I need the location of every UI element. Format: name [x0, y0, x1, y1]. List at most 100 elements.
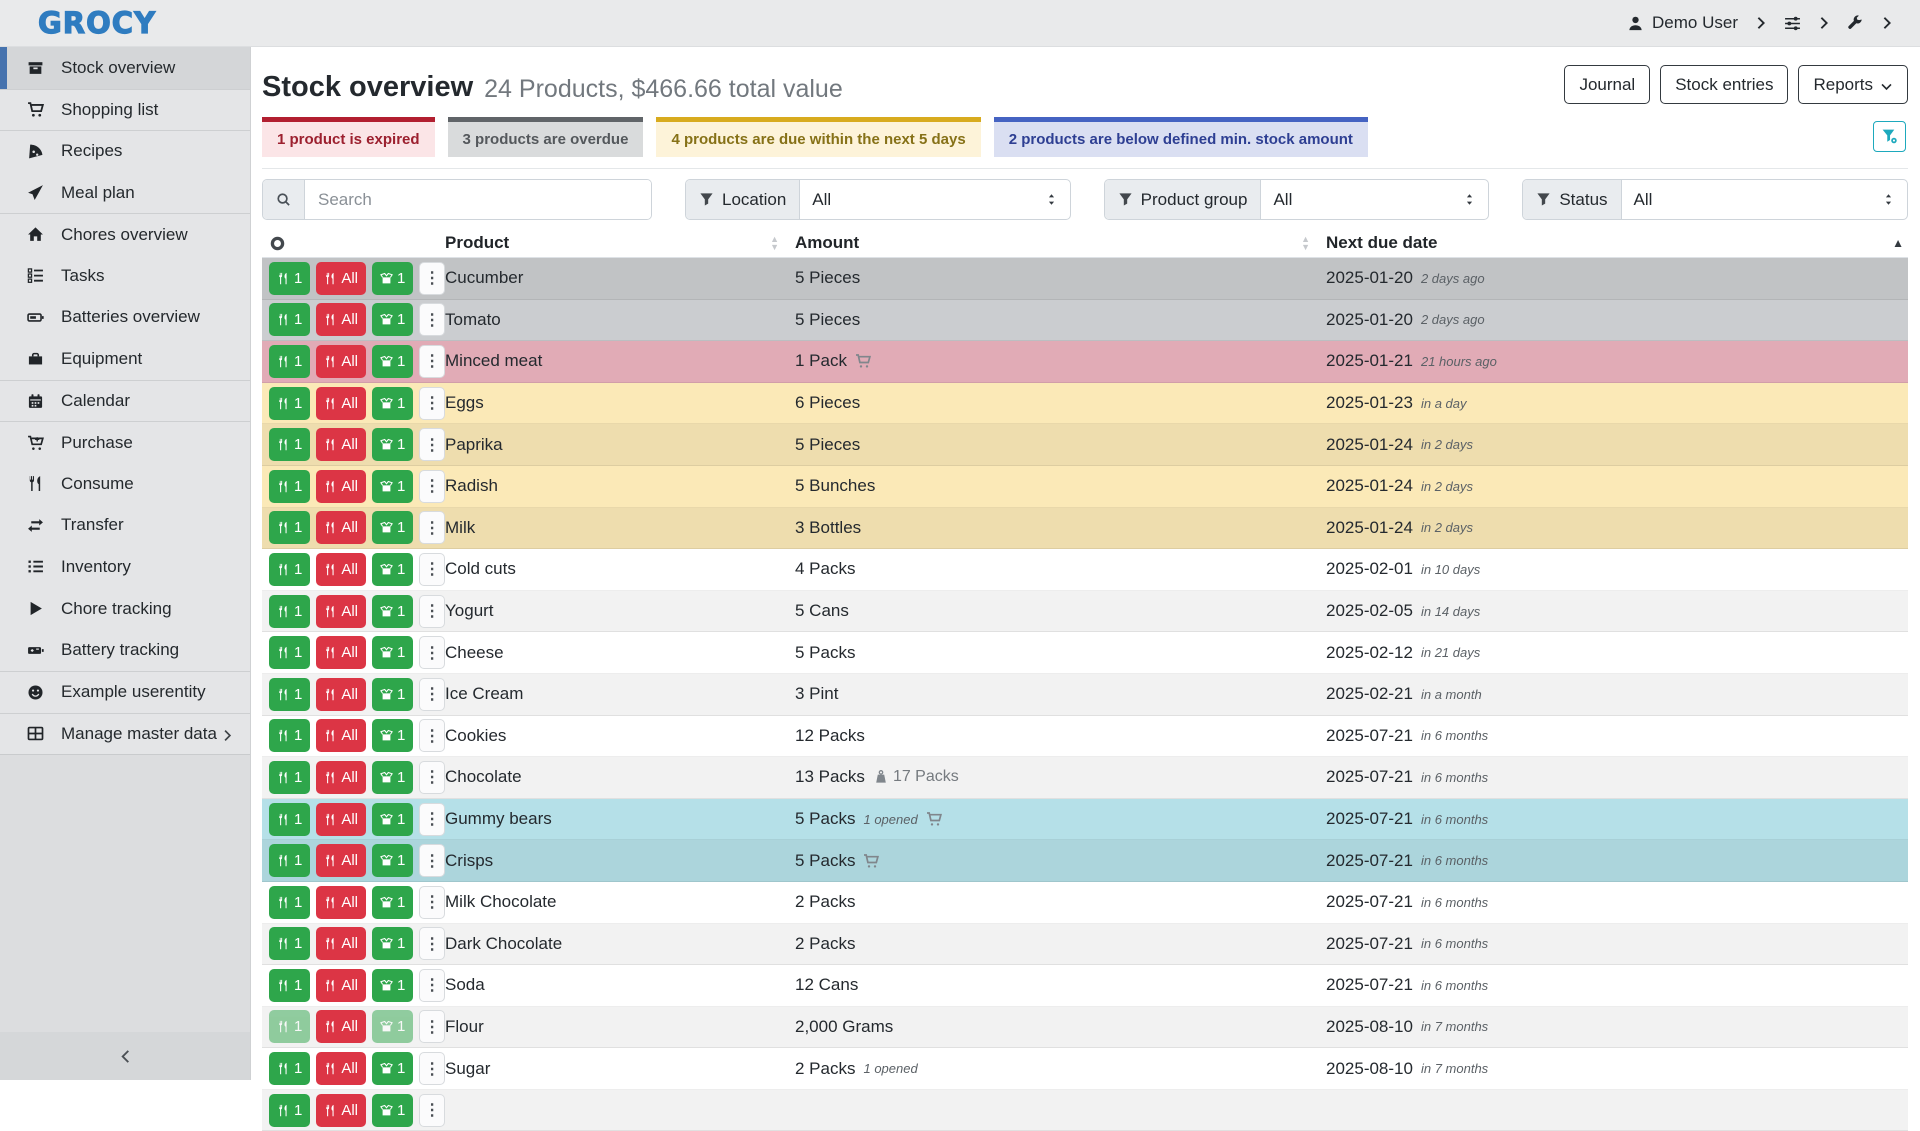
consume-all-button[interactable]: All — [316, 553, 366, 586]
status-select[interactable]: All — [1622, 180, 1907, 219]
chevron-right-icon[interactable] — [1880, 16, 1894, 30]
column-header-product[interactable]: Product▲▼ — [445, 233, 795, 253]
open-one-button[interactable]: 1 — [372, 678, 413, 711]
consume-all-button[interactable]: All — [316, 1052, 366, 1085]
location-select[interactable]: All — [800, 180, 1069, 219]
open-one-button[interactable]: 1 — [372, 803, 413, 836]
consume-one-button[interactable]: 1 — [269, 719, 310, 752]
search-input[interactable] — [305, 180, 651, 219]
consume-all-button[interactable]: All — [316, 927, 366, 960]
consume-one-button[interactable]: 1 — [269, 595, 310, 628]
consume-all-button[interactable]: All — [316, 969, 366, 1002]
product-name[interactable]: Minced meat — [445, 351, 542, 371]
grocy-logo[interactable]: GROCY — [38, 6, 156, 40]
sidebar-item-chores-overview[interactable]: Chores overview — [0, 213, 250, 255]
row-menu-button[interactable]: ⋮ — [419, 262, 445, 295]
consume-one-button[interactable]: 1 — [269, 470, 310, 503]
row-menu-button[interactable]: ⋮ — [419, 1010, 445, 1043]
sidebar-item-battery-tracking[interactable]: Battery tracking — [0, 629, 250, 671]
consume-all-button[interactable]: All — [316, 595, 366, 628]
row-menu-button[interactable]: ⋮ — [419, 636, 445, 669]
product-name[interactable]: Milk — [445, 518, 475, 538]
consume-all-button[interactable]: All — [316, 387, 366, 420]
consume-one-button[interactable]: 1 — [269, 553, 310, 586]
chevron-right-icon[interactable] — [1817, 16, 1831, 30]
open-one-button[interactable]: 1 — [372, 511, 413, 544]
journal-button[interactable]: Journal — [1564, 65, 1650, 104]
row-menu-button[interactable]: ⋮ — [419, 886, 445, 919]
row-menu-button[interactable]: ⋮ — [419, 345, 445, 378]
wrench-icon[interactable] — [1847, 15, 1864, 32]
consume-all-button[interactable]: All — [316, 345, 366, 378]
consume-one-button[interactable]: 1 — [269, 927, 310, 960]
sidebar-item-calendar[interactable]: Calendar — [0, 380, 250, 422]
sidebar-item-manage-master-data[interactable]: Manage master data — [0, 713, 250, 755]
row-menu-button[interactable]: ⋮ — [419, 511, 445, 544]
row-menu-button[interactable]: ⋮ — [419, 927, 445, 960]
row-menu-button[interactable]: ⋮ — [419, 428, 445, 461]
row-menu-button[interactable]: ⋮ — [419, 969, 445, 1002]
consume-one-button[interactable]: 1 — [269, 345, 310, 378]
consume-all-button[interactable]: All — [316, 428, 366, 461]
row-menu-button[interactable]: ⋮ — [419, 595, 445, 628]
consume-all-button[interactable]: All — [316, 470, 366, 503]
product-name[interactable]: Soda — [445, 975, 485, 995]
consume-one-button[interactable]: 1 — [269, 387, 310, 420]
row-menu-button[interactable]: ⋮ — [419, 1052, 445, 1085]
consume-one-button[interactable]: 1 — [269, 678, 310, 711]
product-name[interactable]: Gummy bears — [445, 809, 552, 829]
open-one-button[interactable]: 1 — [372, 927, 413, 960]
product-name[interactable]: Sugar — [445, 1059, 490, 1079]
open-one-button[interactable]: 1 — [372, 719, 413, 752]
consume-one-button[interactable]: 1 — [269, 844, 310, 877]
open-one-button[interactable]: 1 — [372, 303, 413, 336]
consume-all-button[interactable]: All — [316, 719, 366, 752]
product-name[interactable]: Eggs — [445, 393, 484, 413]
consume-all-button[interactable]: All — [316, 1094, 366, 1127]
consume-all-button[interactable]: All — [316, 303, 366, 336]
consume-all-button[interactable]: All — [316, 511, 366, 544]
open-one-button[interactable]: 1 — [372, 636, 413, 669]
alert-overdue[interactable]: 3 products are overdue — [448, 117, 644, 157]
product-name[interactable]: Yogurt — [445, 601, 494, 621]
row-menu-button[interactable]: ⋮ — [419, 719, 445, 752]
stock-entries-button[interactable]: Stock entries — [1660, 65, 1788, 104]
open-one-button[interactable]: 1 — [372, 595, 413, 628]
sidebar-item-batteries-overview[interactable]: Batteries overview — [0, 297, 250, 339]
row-menu-button[interactable]: ⋮ — [419, 553, 445, 586]
alert-min[interactable]: 2 products are below defined min. stock … — [994, 117, 1368, 157]
open-one-button[interactable]: 1 — [372, 969, 413, 1002]
open-one-button[interactable]: 1 — [372, 761, 413, 794]
product-name[interactable]: Cheese — [445, 643, 504, 663]
sidebar-item-purchase[interactable]: Purchase — [0, 421, 250, 463]
consume-one-button[interactable]: 1 — [269, 886, 310, 919]
consume-one-button[interactable]: 1 — [269, 1052, 310, 1085]
product-name[interactable]: Cold cuts — [445, 559, 516, 579]
row-menu-button[interactable]: ⋮ — [419, 1094, 445, 1127]
consume-one-button[interactable]: 1 — [269, 803, 310, 836]
open-one-button[interactable]: 1 — [372, 428, 413, 461]
alert-due[interactable]: 4 products are due within the next 5 day… — [656, 117, 980, 157]
open-one-button[interactable]: 1 — [372, 886, 413, 919]
column-header-next-due-date[interactable]: Next due date▲ — [1326, 233, 1908, 253]
sidebar-item-consume[interactable]: Consume — [0, 463, 250, 505]
sidebar-item-meal-plan[interactable]: Meal plan — [0, 172, 250, 214]
sidebar-item-equipment[interactable]: Equipment — [0, 338, 250, 380]
consume-all-button[interactable]: All — [316, 1010, 366, 1043]
consume-all-button[interactable]: All — [316, 844, 366, 877]
consume-all-button[interactable]: All — [316, 262, 366, 295]
open-one-button[interactable]: 1 — [372, 262, 413, 295]
product-name[interactable]: Ice Cream — [445, 684, 523, 704]
open-one-button[interactable]: 1 — [372, 1052, 413, 1085]
product-name[interactable]: Milk Chocolate — [445, 892, 557, 912]
consume-all-button[interactable]: All — [316, 636, 366, 669]
product-name[interactable]: Radish — [445, 476, 498, 496]
consume-one-button[interactable]: 1 — [269, 1010, 310, 1043]
product-name[interactable]: Cookies — [445, 726, 506, 746]
column-header-amount[interactable]: Amount▲▼ — [795, 233, 1326, 253]
alert-expired[interactable]: 1 product is expired — [262, 117, 435, 157]
row-menu-button[interactable]: ⋮ — [419, 303, 445, 336]
column-visibility-icon[interactable] — [269, 235, 286, 252]
open-one-button[interactable]: 1 — [372, 470, 413, 503]
consume-one-button[interactable]: 1 — [269, 303, 310, 336]
